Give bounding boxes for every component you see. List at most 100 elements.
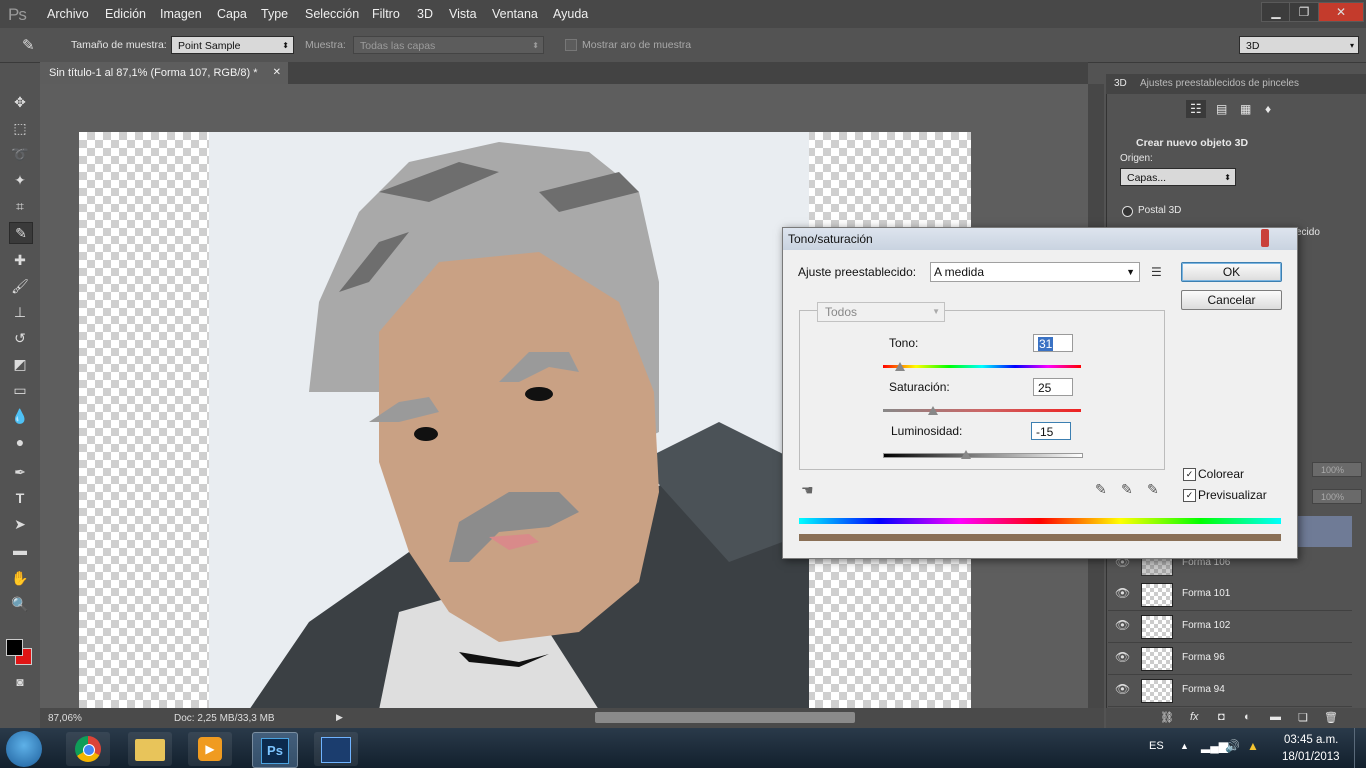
sample-select[interactable]: Todas las capas ⬍ (353, 36, 544, 54)
fx-icon[interactable]: fx (1190, 711, 1199, 723)
lightness-input[interactable]: -15 (1031, 422, 1071, 440)
eyedropper-minus-icon[interactable]: ✎ (1147, 481, 1159, 498)
preview-checkbox[interactable]: ✓ (1183, 489, 1196, 502)
restore-button[interactable]: ❐ (1289, 2, 1319, 22)
menu-filtro[interactable]: Filtro (372, 7, 400, 21)
menu-vista[interactable]: Vista (449, 7, 477, 21)
sample-size-select[interactable]: Point Sample ⬍ (171, 36, 294, 54)
layer-row[interactable]: 👁 Forma 96 (1108, 643, 1352, 675)
layer-row[interactable]: 👁 Forma 94 (1108, 675, 1352, 707)
saturation-input[interactable]: 25 (1033, 378, 1073, 396)
eyedropper-icon[interactable]: ✎ (22, 36, 35, 54)
folder-icon[interactable]: ▬ (1270, 711, 1281, 723)
magic-wand-tool-icon[interactable]: ✦ (9, 170, 31, 190)
tab-3d[interactable]: 3D (1114, 78, 1127, 89)
zoom-tool-icon[interactable]: 🔍 (9, 594, 31, 614)
start-button[interactable] (6, 731, 42, 767)
dialog-close-icon[interactable] (1261, 229, 1269, 247)
lights-filter-icon[interactable]: ♦ (1265, 102, 1271, 116)
volume-icon[interactable]: 🔊 (1225, 739, 1240, 753)
close-tab-icon[interactable]: ✕ (273, 62, 281, 84)
hand-tool-icon[interactable]: ✋ (9, 568, 31, 588)
eraser-tool-icon[interactable]: ◩ (9, 354, 31, 374)
taskbar-photoshop[interactable]: Ps (252, 732, 298, 768)
clone-stamp-tool-icon[interactable]: ⊥ (9, 302, 31, 322)
fill-field[interactable]: 100% (1312, 489, 1362, 504)
channel-select[interactable]: Todos ▼ (817, 302, 945, 322)
cancel-button[interactable]: Cancelar (1181, 290, 1282, 310)
eyedropper-tool-icon[interactable]: ✎ (9, 222, 33, 244)
menu-imagen[interactable]: Imagen (160, 7, 202, 21)
show-ring-checkbox[interactable] (565, 39, 577, 51)
brush-tool-icon[interactable]: 🖌 (9, 276, 31, 296)
menu-edicion[interactable]: Edición (105, 7, 146, 21)
lightness-slider-thumb[interactable] (961, 450, 971, 459)
crop-tool-icon[interactable]: ⌗ (9, 196, 31, 216)
move-tool-icon[interactable]: ✥ (9, 92, 31, 112)
eye-icon[interactable]: 👁 (1115, 682, 1130, 696)
pen-tool-icon[interactable]: ✒ (9, 462, 31, 482)
eye-icon[interactable]: 👁 (1115, 618, 1130, 632)
blur-tool-icon[interactable]: 💧 (9, 406, 31, 426)
tray-arrow-icon[interactable]: ▲ (1180, 741, 1189, 751)
menu-type[interactable]: Type (261, 7, 288, 21)
menu-ventana[interactable]: Ventana (492, 7, 538, 21)
menu-ayuda[interactable]: Ayuda (553, 7, 588, 21)
menu-3d[interactable]: 3D (417, 7, 433, 21)
path-selection-tool-icon[interactable]: ➤ (9, 514, 31, 534)
zoom-level[interactable]: 87,06% (48, 713, 82, 724)
origin-select[interactable]: Capas... ⬍ (1120, 168, 1236, 186)
status-arrow-icon[interactable]: ▶ (336, 712, 343, 723)
language-indicator[interactable]: ES (1149, 740, 1164, 752)
type-tool-icon[interactable]: T (9, 488, 31, 508)
mesh-filter-icon[interactable]: ▤ (1216, 102, 1227, 116)
eye-icon[interactable]: 👁 (1115, 650, 1130, 664)
eyedropper-plus-icon[interactable]: ✎ (1121, 481, 1133, 498)
lasso-tool-icon[interactable]: ➰ (9, 144, 31, 164)
taskbar-app[interactable] (314, 732, 358, 766)
eyedropper-icon[interactable]: ✎ (1095, 481, 1107, 498)
scene-filter-icon[interactable]: ☷ (1186, 100, 1206, 118)
taskbar-media-player[interactable]: ▶ (188, 732, 232, 766)
minimize-button[interactable]: ▁ (1261, 2, 1291, 22)
eye-icon[interactable]: 👁 (1115, 586, 1130, 600)
clock-time[interactable]: 03:45 a.m. (1284, 734, 1338, 746)
targeted-adjustment-hand-icon[interactable]: ☚ (801, 482, 814, 499)
marquee-tool-icon[interactable]: ⬚ (9, 118, 31, 138)
saturation-slider-thumb[interactable] (928, 406, 938, 415)
horizontal-scrollbar-thumb[interactable] (595, 712, 855, 723)
materials-filter-icon[interactable]: ▦ (1240, 102, 1251, 116)
menu-archivo[interactable]: Archivo (47, 7, 89, 21)
close-button[interactable]: ✕ (1318, 2, 1364, 22)
hue-slider-thumb[interactable] (895, 362, 905, 371)
workspace-select[interactable]: 3D ▾ (1239, 36, 1359, 54)
colorize-checkbox[interactable]: ✓ (1183, 468, 1196, 481)
taskbar-explorer[interactable] (128, 732, 172, 766)
healing-brush-tool-icon[interactable]: ✚ (9, 250, 31, 270)
mask-icon[interactable]: ◘ (1218, 711, 1225, 723)
document-tab[interactable]: Sin título-1 al 87,1% (Forma 107, RGB/8)… (40, 62, 288, 84)
tab-brush-presets[interactable]: Ajustes preestablecidos de pinceles (1140, 78, 1299, 89)
opacity-field[interactable]: 100% (1312, 462, 1362, 477)
menu-capa[interactable]: Capa (217, 7, 247, 21)
show-desktop-button[interactable] (1354, 728, 1366, 768)
new-layer-icon[interactable]: ❏ (1298, 711, 1308, 724)
layer-row[interactable]: 👁 Forma 101 (1108, 579, 1352, 611)
hue-input[interactable]: 31 (1033, 334, 1073, 352)
drive-icon[interactable]: ▲ (1247, 739, 1259, 753)
document-size-info[interactable]: Doc: 2,25 MB/33,3 MB (174, 713, 275, 724)
saturation-slider-track[interactable] (883, 409, 1081, 412)
ok-button[interactable]: OK (1181, 262, 1282, 282)
clock-date[interactable]: 18/01/2013 (1282, 751, 1340, 763)
gradient-tool-icon[interactable]: ▭ (9, 380, 31, 400)
taskbar-chrome[interactable] (66, 732, 110, 766)
lightness-slider-track[interactable] (883, 453, 1083, 458)
preset-options-icon[interactable]: ☰ (1151, 265, 1162, 279)
adjustment-icon[interactable]: ◐ (1244, 711, 1251, 723)
quick-mask-icon[interactable]: ◙ (9, 672, 31, 692)
dodge-tool-icon[interactable]: ● (9, 432, 31, 452)
layer-row[interactable]: 👁 Forma 102 (1108, 611, 1352, 643)
postal-3d-radio[interactable] (1122, 206, 1133, 217)
history-brush-tool-icon[interactable]: ↺ (9, 328, 31, 348)
hue-slider-track[interactable] (883, 365, 1081, 368)
